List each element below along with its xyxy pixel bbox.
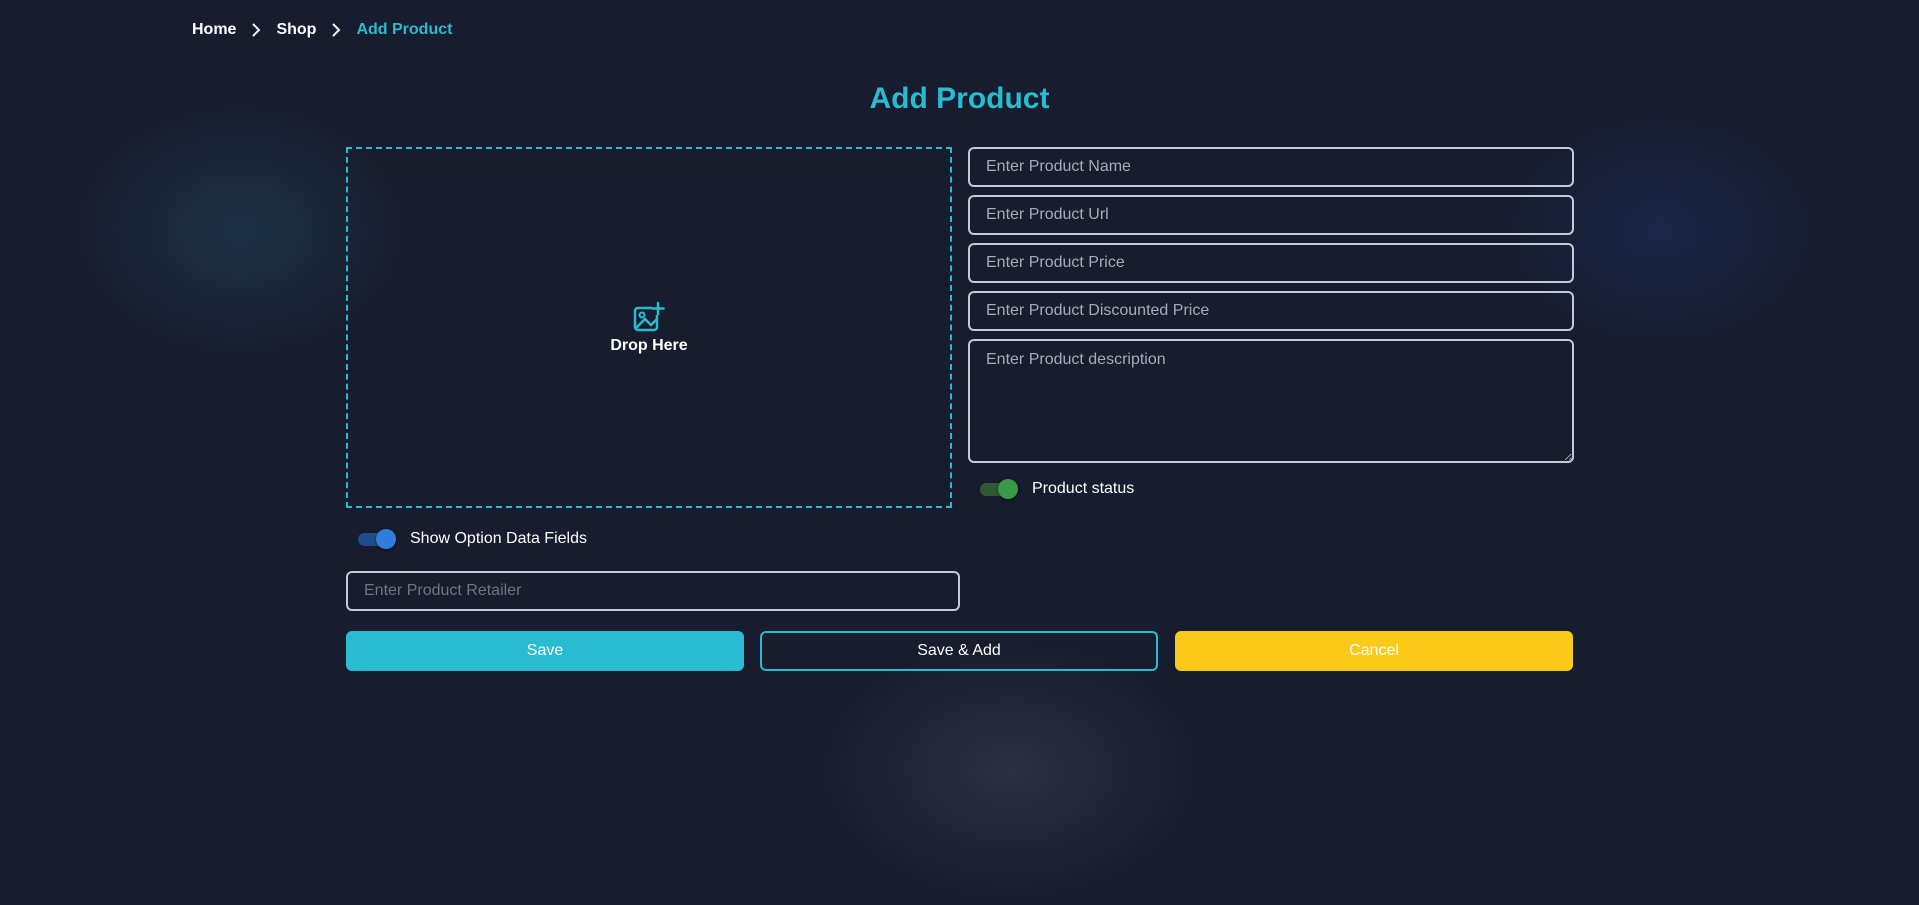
page-title: Add Product	[869, 82, 1050, 115]
cancel-button[interactable]: Cancel	[1175, 631, 1573, 671]
save-button[interactable]: Save	[346, 631, 744, 671]
product-discounted-price-input[interactable]	[968, 291, 1574, 331]
save-and-add-button[interactable]: Save & Add	[760, 631, 1158, 671]
show-options-label: Show Option Data Fields	[410, 530, 587, 547]
toggle-thumb	[998, 479, 1018, 499]
chevron-right-icon	[236, 21, 276, 39]
product-name-input[interactable]	[968, 147, 1574, 187]
breadcrumb-home[interactable]: Home	[192, 21, 236, 39]
image-dropzone[interactable]: Drop Here	[346, 147, 952, 508]
product-status-label: Product status	[1032, 480, 1135, 497]
breadcrumb-current: Add Product	[356, 21, 453, 38]
dropzone-label: Drop Here	[610, 336, 688, 354]
breadcrumb: Home Shop Add Product	[192, 21, 452, 39]
background-glow	[820, 640, 1200, 900]
product-price-input[interactable]	[968, 243, 1574, 283]
product-description-textarea[interactable]	[968, 339, 1574, 463]
image-add-icon	[632, 301, 666, 335]
breadcrumb-shop[interactable]: Shop	[276, 21, 316, 39]
product-url-input[interactable]	[968, 195, 1574, 235]
chevron-right-icon	[316, 21, 356, 39]
show-options-toggle[interactable]	[358, 529, 396, 549]
product-retailer-input[interactable]	[346, 571, 960, 611]
product-status-row: Product status	[980, 479, 1134, 499]
product-status-toggle[interactable]	[980, 479, 1018, 499]
show-options-row: Show Option Data Fields	[358, 529, 587, 549]
add-product-page: Home Shop Add Product Add Product Drop H…	[0, 0, 1919, 905]
toggle-thumb	[376, 529, 396, 549]
